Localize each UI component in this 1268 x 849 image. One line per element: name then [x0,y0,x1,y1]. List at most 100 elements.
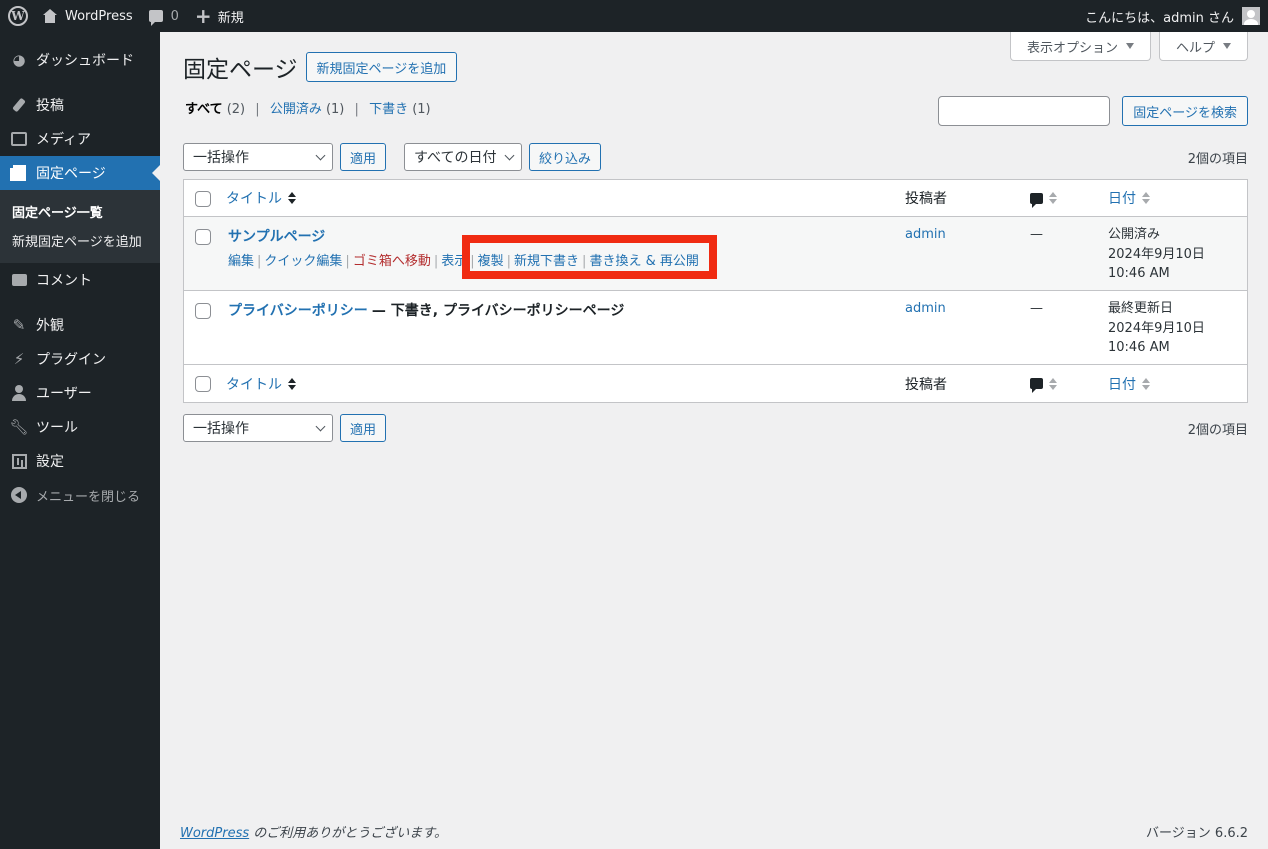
filter-all-count: (2) [226,102,246,117]
site-name: WordPress [65,8,133,24]
main-content: 表示オプション ヘルプ 固定ページ 新規固定ページを追加 すべて (2) | 公… [160,32,1268,849]
filter-published[interactable]: 公開済み [270,102,322,117]
search-pages-button[interactable]: 固定ページを検索 [1122,96,1248,126]
wordpress-link[interactable]: WordPress [180,826,249,841]
sort-arrows-icon [288,377,296,390]
menu-posts[interactable]: 投稿 [0,88,160,122]
menu-users[interactable]: ユーザー [0,376,160,410]
post-state: — 下書き, プライバシーポリシーページ [371,303,625,319]
comments-link[interactable]: 0 [141,0,187,32]
date-filter-select[interactable]: すべての日付 [404,143,523,171]
quick-edit-link[interactable]: クイック編集 [264,254,342,269]
page-title-link[interactable]: プライバシーポリシー [228,303,368,319]
date-cell: 最終更新日 2024年9月10日 10:46 AM [1108,299,1205,358]
search-input[interactable] [938,96,1111,126]
media-icon [10,130,28,148]
items-count: 2個の項目 [1187,151,1248,167]
comment-count: — [1030,301,1043,316]
sort-comments-header[interactable] [1030,377,1057,393]
comments-count: 0 [170,8,179,24]
apply-button[interactable]: 適用 [340,414,387,442]
sort-date-header[interactable]: 日付 [1108,188,1150,208]
brush-icon: ✎ [12,316,26,334]
menu-comments[interactable]: コメント [0,263,160,297]
row-checkbox[interactable] [195,303,211,319]
new-content-link[interactable]: + 新規 [187,0,252,32]
help-button[interactable]: ヘルプ [1158,32,1248,61]
page-title: 固定ページ [183,57,298,83]
avatar [1242,7,1260,25]
header-label: 日付 [1108,376,1136,393]
sort-arrows-icon [1142,192,1150,204]
sort-arrows-icon [1049,192,1057,204]
plus-icon: + [194,4,212,28]
menu-dashboard[interactable]: ◕ ダッシュボード [0,43,160,77]
menu-pages[interactable]: 固定ページ [0,156,160,190]
wrench-icon: 🔧︎ [9,418,29,436]
time-value: 10:46 AM [1108,340,1170,355]
menu-settings[interactable]: 設定 [0,444,160,478]
menu-appearance[interactable]: ✎ 外観 [0,308,160,342]
menu-label: 固定ページ [36,166,106,182]
menu-label: ユーザー [36,386,92,402]
screen-options-button[interactable]: 表示オプション [1009,32,1151,61]
row-checkbox[interactable] [195,229,211,245]
bulk-action-value: 一括操作 [193,421,249,437]
menu-label: コメント [36,273,92,289]
filter-draft[interactable]: 下書き [369,102,408,117]
author-link[interactable]: admin [905,225,946,245]
chevron-down-icon [315,421,326,431]
sort-title-header[interactable]: タイトル [226,374,296,394]
chevron-down-icon [504,150,515,160]
menu-media[interactable]: メディア [0,122,160,156]
page-title-link[interactable]: サンプルページ [228,229,325,245]
bulk-action-select[interactable]: 一括操作 [183,143,333,171]
table-row: プライバシーポリシー — 下書き, プライバシーポリシーページ admin — … [184,291,1247,365]
footer-version: バージョン 6.6.2 [1146,826,1248,841]
author-link[interactable]: admin [905,299,946,319]
menu-label: ツール [36,420,78,436]
sort-title-header[interactable]: タイトル [226,188,296,208]
collapse-icon [10,486,28,504]
home-icon [42,9,58,23]
site-name-link[interactable]: WordPress [34,0,141,32]
menu-plugins[interactable]: ⚡ プラグイン [0,342,160,376]
status-filters: すべて (2) | 公開済み (1) | 下書き (1) [185,102,431,117]
items-count: 2個の項目 [1187,422,1248,438]
my-account[interactable]: こんにちは、admin さん [1085,7,1268,26]
apply-button[interactable]: 適用 [340,143,387,171]
submenu-add-new-page[interactable]: 新規固定ページを追加 [0,226,160,255]
collapse-label: メニューを閉じる [36,489,141,505]
trash-link[interactable]: ゴミ箱へ移動 [353,254,431,269]
menu-tools[interactable]: 🔧︎ ツール [0,410,160,444]
author-header: 投稿者 [905,376,947,393]
screen-meta-links: 表示オプション ヘルプ [1002,32,1248,61]
select-all-checkbox[interactable] [195,376,211,392]
date-value: 2024年9月10日 [1108,320,1205,336]
page-icon [9,164,28,182]
sort-arrows-icon [1049,377,1057,390]
bulk-action-select[interactable]: 一括操作 [183,414,333,442]
sort-comments-header[interactable] [1030,192,1057,208]
filter-published-count: (1) [325,102,345,117]
menu-label: 設定 [36,454,64,470]
filter-button[interactable]: 絞り込み [529,143,602,171]
filter-all[interactable]: すべて [185,102,223,117]
add-new-page-button[interactable]: 新規固定ページを追加 [305,52,458,82]
sort-date-header[interactable]: 日付 [1108,374,1150,394]
sort-arrows-icon [1142,377,1150,390]
footer-thanks-text: のご利用ありがとうございます。 [249,826,447,841]
filter-draft-count: (1) [412,102,431,117]
menu-label: メディア [36,132,92,148]
collapse-menu-button[interactable]: メニューを閉じる [0,478,160,512]
user-icon [10,384,28,402]
edit-link[interactable]: 編集 [228,254,254,269]
settings-icon [10,452,28,470]
select-all-checkbox[interactable] [195,191,211,207]
pin-icon [10,96,28,114]
submenu-all-pages[interactable]: 固定ページ一覧 [0,197,160,226]
wordpress-logo-icon[interactable]: W [2,0,34,32]
highlight-box [462,235,717,279]
help-label: ヘルプ [1175,40,1215,56]
comment-icon [1030,192,1043,208]
